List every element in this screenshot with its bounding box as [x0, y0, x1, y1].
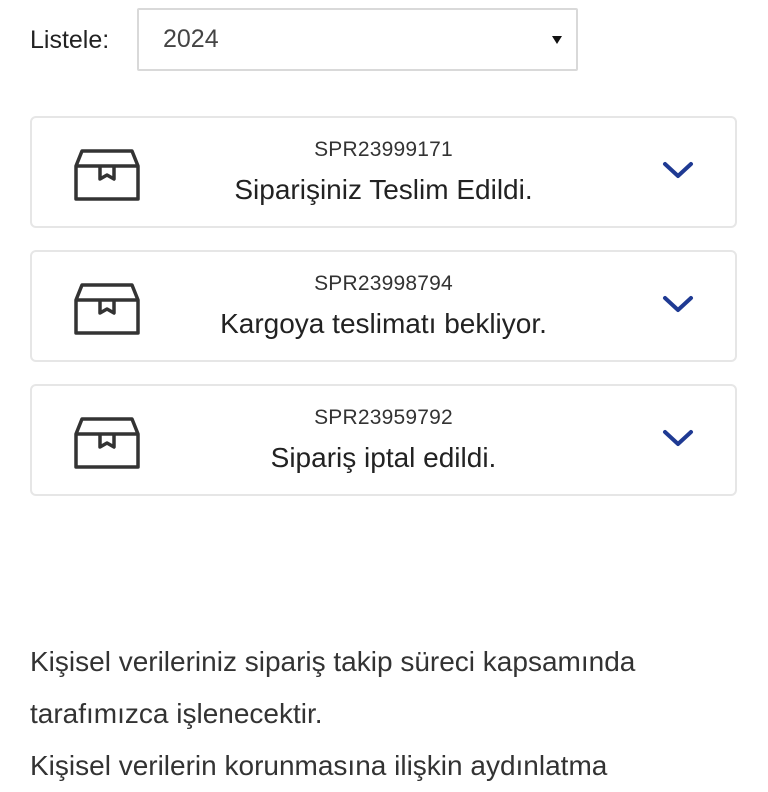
- caret-down-icon: [552, 35, 562, 44]
- order-card[interactable]: SPR23999171 Siparişiniz Teslim Edildi.: [30, 116, 737, 228]
- chevron-down-icon[interactable]: [661, 158, 695, 182]
- privacy-link-text[interactable]: Kişisel verilerin korunmasına ilişkin ay…: [30, 740, 740, 792]
- order-card[interactable]: SPR23998794 Kargoya teslimatı bekliyor.: [30, 250, 737, 362]
- chevron-down-icon[interactable]: [661, 426, 695, 450]
- chevron-down-icon[interactable]: [661, 292, 695, 316]
- order-status: Sipariş iptal edildi.: [270, 442, 497, 473]
- filter-label: Listele:: [30, 25, 110, 54]
- order-id: SPR23998794: [314, 272, 453, 295]
- order-id: SPR23999171: [314, 138, 453, 161]
- order-card[interactable]: SPR23959792 Sipariş iptal edildi.: [30, 384, 737, 496]
- year-select-value: 2024: [163, 25, 219, 53]
- filter-row: Listele:: [30, 8, 136, 72]
- year-select[interactable]: 2024: [137, 8, 578, 71]
- privacy-text: Kişisel verileriniz sipariş takip süreci…: [30, 646, 636, 729]
- privacy-notice: Kişisel verileriniz sipariş takip süreci…: [30, 636, 740, 792]
- order-status: Siparişiniz Teslim Edildi.: [234, 174, 533, 205]
- order-status: Kargoya teslimatı bekliyor.: [220, 308, 547, 339]
- order-id: SPR23959792: [314, 406, 453, 429]
